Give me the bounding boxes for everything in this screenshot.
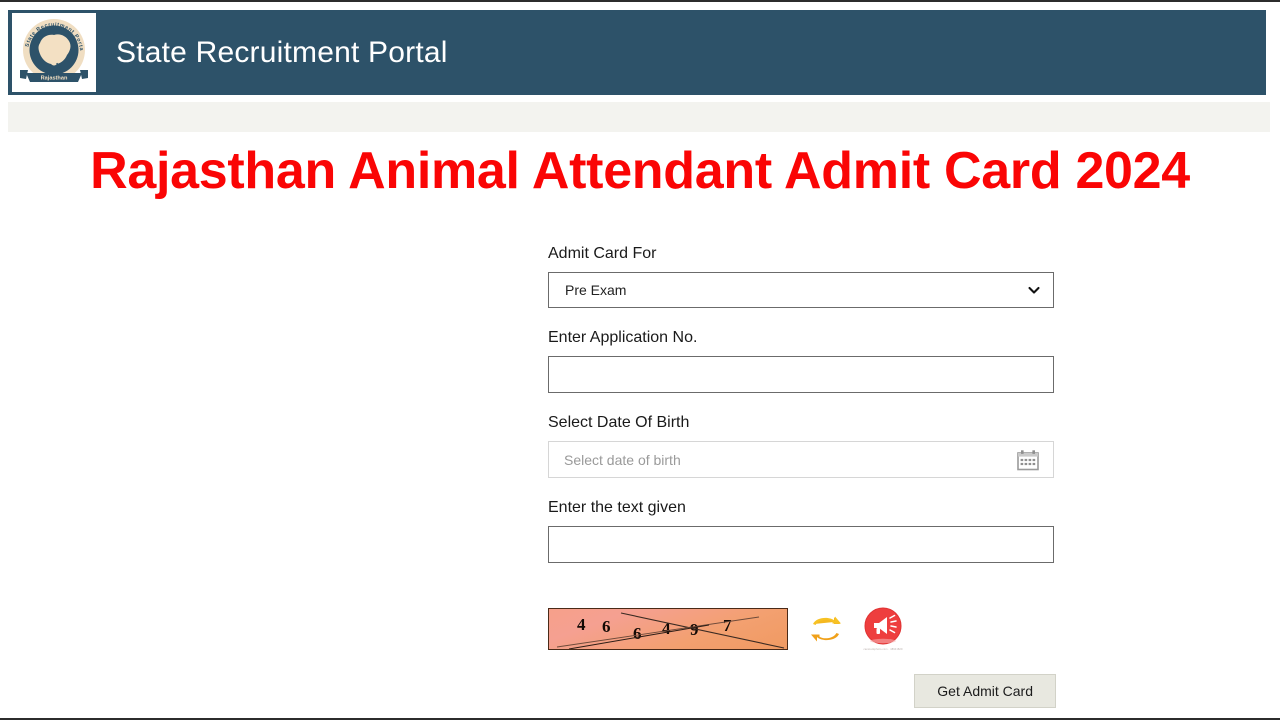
captcha-row: 4 6 6 4 9 7 canstockphoto.com · 48941829 xyxy=(548,607,904,651)
date-of-birth-label: Select Date Of Birth xyxy=(548,414,690,431)
header-sub-band xyxy=(8,102,1270,132)
date-of-birth-placeholder: Select date of birth xyxy=(564,451,681,468)
field-captcha-text: Enter the text given xyxy=(548,498,1056,563)
audio-captcha-watermark: canstockphoto.com · 48941829 xyxy=(863,648,903,651)
speaker-megaphone-icon xyxy=(864,607,902,645)
refresh-captcha-button[interactable] xyxy=(810,613,842,645)
audio-captcha-button[interactable]: canstockphoto.com · 48941829 xyxy=(862,607,904,651)
date-of-birth-input[interactable]: Select date of birth xyxy=(548,441,1054,478)
get-admit-card-button[interactable]: Get Admit Card xyxy=(914,674,1056,708)
admit-card-for-select[interactable]: Pre Exam xyxy=(548,272,1054,308)
captcha-text-label: Enter the text given xyxy=(548,499,686,516)
refresh-arrows-icon xyxy=(811,616,841,642)
field-admit-card-for: Admit Card For Pre Exam xyxy=(548,244,1056,308)
admit-card-for-label: Admit Card For xyxy=(548,245,657,262)
chevron-down-icon xyxy=(1028,286,1040,294)
calendar-icon[interactable] xyxy=(1017,449,1039,470)
brand-logo[interactable]: State Recruitment Portal Rajasthan xyxy=(12,13,96,92)
site-title: State Recruitment Portal xyxy=(116,35,448,69)
captcha-image: 4 6 6 4 9 7 xyxy=(548,608,788,650)
rajasthan-state-emblem-icon: State Recruitment Portal Rajasthan xyxy=(16,16,88,82)
site-header: State Recruitment Portal Rajasthan State… xyxy=(8,10,1266,95)
admit-card-for-selected-value: Pre Exam xyxy=(565,282,627,298)
application-no-input[interactable] xyxy=(548,356,1054,393)
svg-text:Rajasthan: Rajasthan xyxy=(41,75,68,81)
field-application-no: Enter Application No. xyxy=(548,328,1056,393)
page-root: State Recruitment Portal Rajasthan State… xyxy=(0,0,1280,720)
submit-row: Get Admit Card xyxy=(548,674,1056,708)
page-title: Rajasthan Animal Attendant Admit Card 20… xyxy=(90,142,1190,200)
field-date-of-birth: Select Date Of Birth Select date of birt… xyxy=(548,413,1056,478)
application-no-label: Enter Application No. xyxy=(548,329,698,346)
captcha-text-input[interactable] xyxy=(548,526,1054,563)
captcha-noise-lines xyxy=(556,612,785,649)
admit-card-form: Admit Card For Pre Exam Enter Applicatio… xyxy=(548,244,1056,583)
